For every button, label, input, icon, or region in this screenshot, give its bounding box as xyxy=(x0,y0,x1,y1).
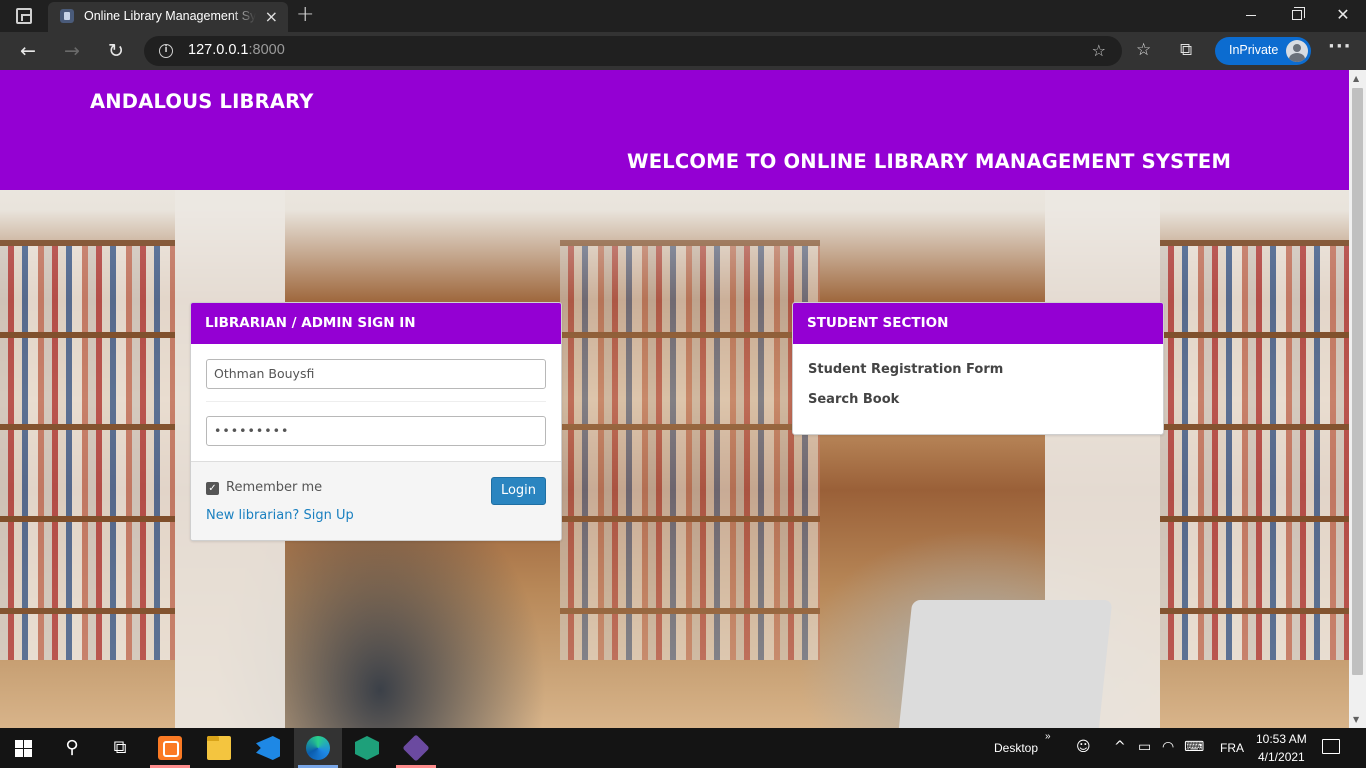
clock-date[interactable]: 4/1/2021 xyxy=(1258,750,1305,764)
inprivate-profile-button[interactable]: InPrivate xyxy=(1215,37,1311,65)
kaspersky-icon[interactable] xyxy=(355,736,379,760)
keyboard-icon[interactable]: ⌨ xyxy=(1184,739,1204,755)
more-menu-button[interactable]: ··· xyxy=(1328,36,1352,57)
tab-title: Online Library Management System xyxy=(84,9,256,23)
library-icon xyxy=(60,9,74,23)
minimize-button[interactable] xyxy=(1228,0,1274,32)
minimize-icon xyxy=(1246,14,1256,16)
inprivate-label: InPrivate xyxy=(1229,43,1279,57)
restore-icon xyxy=(1292,7,1305,20)
page-scrollbar[interactable]: ▲ ▼ xyxy=(1349,70,1366,728)
browser-titlebar: Online Library Management System × + ✕ xyxy=(0,0,1366,32)
site-title[interactable]: ANDALOUS LIBRARY xyxy=(90,90,314,113)
new-tab-button[interactable]: + xyxy=(296,2,314,27)
git-icon[interactable] xyxy=(402,734,430,762)
chevron-up-icon[interactable]: ^ xyxy=(1114,739,1126,755)
student-panel: STUDENT SECTION Student Registration For… xyxy=(792,302,1164,435)
add-favorite-icon[interactable]: ☆ xyxy=(1092,41,1106,60)
windows-logo-icon xyxy=(15,740,23,748)
remember-label[interactable]: Remember me xyxy=(226,480,322,495)
student-panel-heading: STUDENT SECTION xyxy=(793,303,1163,344)
xampp-icon[interactable] xyxy=(158,736,182,760)
login-panel-heading: LIBRARIAN / ADMIN SIGN IN xyxy=(191,303,561,344)
vscode-icon[interactable] xyxy=(256,736,280,760)
notification-icon[interactable] xyxy=(1322,739,1340,754)
background-bookshelf xyxy=(560,240,820,660)
divider xyxy=(206,401,546,402)
battery-icon[interactable]: ▭ xyxy=(1138,739,1151,755)
browser-toolbar: ← → ↻ i 127.0.0.1:8000 ☆ ☆ ⧉ xyxy=(0,32,1366,70)
login-panel: LIBRARIAN / ADMIN SIGN IN Othman Bouysfi… xyxy=(190,302,562,541)
login-footer: ✓ Remember me Login New librarian? Sign … xyxy=(191,461,561,540)
welcome-heading: WELCOME TO ONLINE LIBRARY MANAGEMENT SYS… xyxy=(627,150,1232,173)
restore-button[interactable] xyxy=(1274,0,1320,32)
start-button[interactable] xyxy=(15,740,32,757)
browser-tab[interactable]: Online Library Management System × xyxy=(48,2,288,32)
windows-taskbar: ⚲ ⧉ Desktop » ☺ ^ ▭ ◠ ⌨ FRA 10:53 AM 4/1… xyxy=(0,728,1366,768)
language-indicator[interactable]: FRA xyxy=(1220,741,1244,755)
tab-actions-icon[interactable] xyxy=(16,8,32,24)
reload-button[interactable]: ↻ xyxy=(102,38,130,64)
scroll-thumb[interactable] xyxy=(1352,88,1363,675)
favorites-icon[interactable]: ☆ xyxy=(1136,40,1151,60)
people-icon[interactable]: ☺ xyxy=(1076,739,1091,755)
background-laptop xyxy=(897,600,1113,728)
password-input[interactable]: ••••••••• xyxy=(206,416,546,446)
scroll-down-icon[interactable]: ▼ xyxy=(1353,715,1359,724)
url-port: :8000 xyxy=(248,42,285,58)
avatar xyxy=(1286,40,1308,62)
info-icon[interactable]: i xyxy=(159,44,173,58)
username-input[interactable]: Othman Bouysfi xyxy=(206,359,546,389)
tab-close-icon[interactable]: × xyxy=(265,7,278,26)
task-view-icon[interactable]: ⧉ xyxy=(96,728,144,768)
login-button[interactable]: Login xyxy=(491,477,546,505)
student-registration-link[interactable]: Student Registration Form xyxy=(808,362,1003,377)
search-book-link[interactable]: Search Book xyxy=(808,392,899,407)
url-text[interactable]: 127.0.0.1:8000 xyxy=(188,42,285,58)
wifi-icon[interactable]: ◠ xyxy=(1162,739,1174,755)
background-bookshelf xyxy=(1160,240,1349,660)
desktop-toolbar-label[interactable]: Desktop xyxy=(994,741,1038,755)
page-header: ANDALOUS LIBRARY WELCOME TO ONLINE LIBRA… xyxy=(0,70,1349,190)
back-button[interactable]: ← xyxy=(14,38,42,64)
edge-icon[interactable] xyxy=(306,736,330,760)
background-bookshelf xyxy=(0,240,175,660)
file-explorer-icon[interactable] xyxy=(207,736,231,760)
forward-button[interactable]: → xyxy=(58,38,86,64)
page-viewport: ANDALOUS LIBRARY WELCOME TO ONLINE LIBRA… xyxy=(0,70,1349,728)
scroll-up-icon[interactable]: ▲ xyxy=(1353,74,1359,83)
remember-checkbox[interactable]: ✓ xyxy=(206,482,219,495)
chevron-icon[interactable]: » xyxy=(1045,731,1051,742)
url-host: 127.0.0.1 xyxy=(188,42,249,58)
clock-time[interactable]: 10:53 AM xyxy=(1256,732,1307,746)
address-bar[interactable]: i 127.0.0.1:8000 ☆ xyxy=(144,36,1122,66)
signup-link[interactable]: New librarian? Sign Up xyxy=(206,508,354,523)
window-close-button[interactable]: ✕ xyxy=(1320,0,1366,32)
collections-icon[interactable]: ⧉ xyxy=(1180,40,1192,60)
search-icon[interactable]: ⚲ xyxy=(48,728,96,768)
